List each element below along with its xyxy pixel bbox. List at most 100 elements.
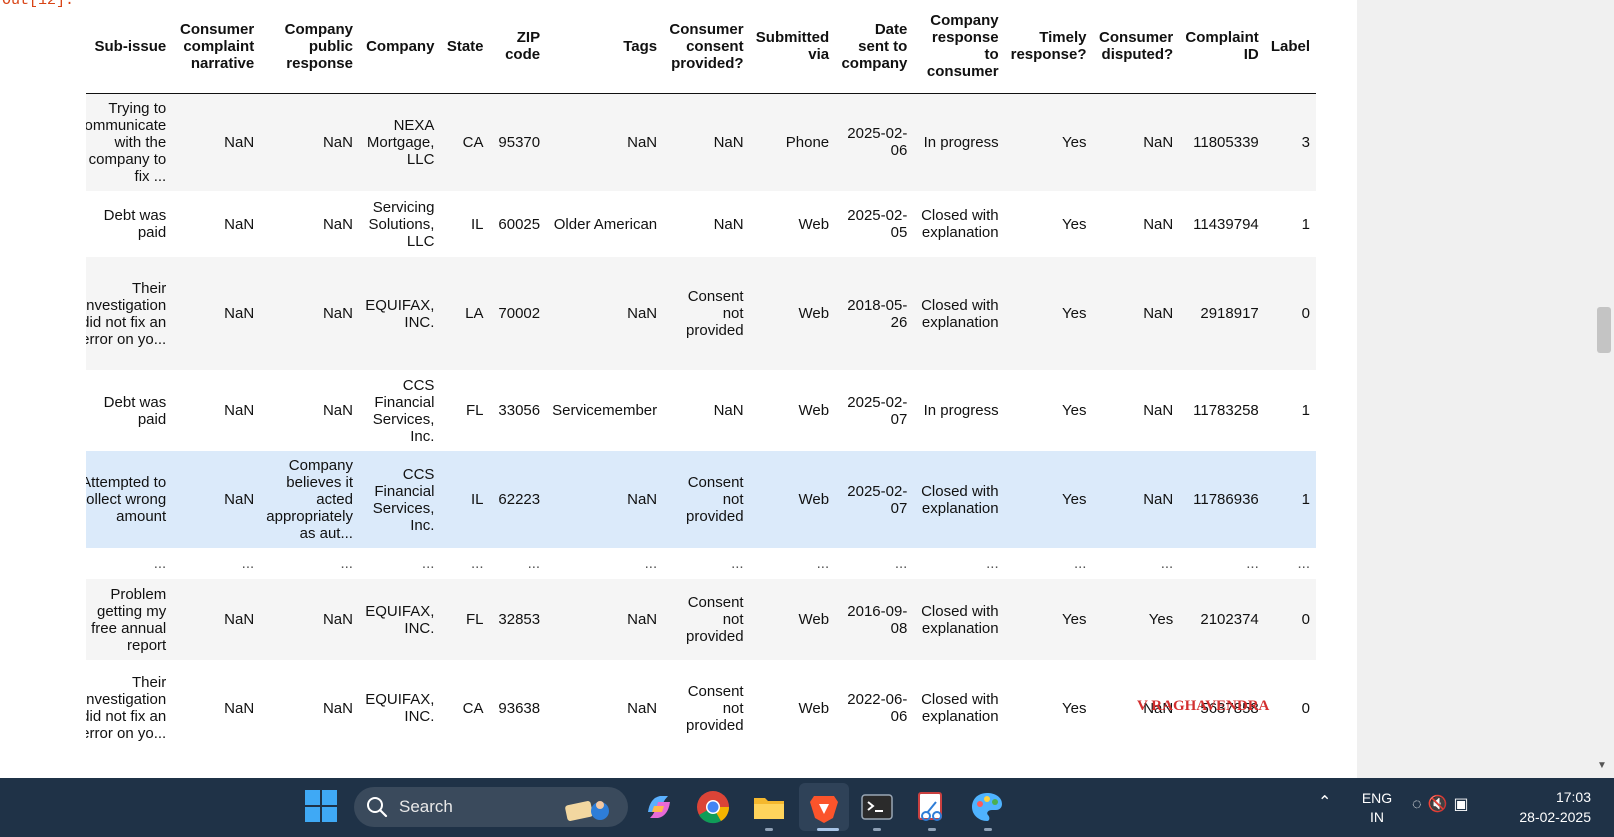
speaker-muted-icon[interactable]: 🔇 (1428, 796, 1454, 813)
table-cell: ... (527, 554, 541, 572)
active-indicator (765, 828, 773, 831)
column-header: Date sent to company (835, 0, 914, 94)
watermark-text: V RAGHAVENDRA (1137, 698, 1270, 714)
terminal-icon[interactable] (858, 788, 896, 826)
vertical-scrollbar[interactable] (1594, 0, 1614, 778)
chevron-up-icon[interactable]: ⌃ (1318, 792, 1331, 812)
region-code: IN (1370, 809, 1384, 825)
table-cell: ... (986, 554, 999, 572)
table-cell: ... (153, 554, 167, 572)
table-cell: 1 (1301, 215, 1310, 233)
clock[interactable]: 17:03 28-02-2025 (1505, 787, 1591, 827)
table-cell: In progress (923, 402, 999, 419)
language-indicator[interactable]: ENG IN (1360, 789, 1394, 827)
column-header: State (440, 0, 490, 94)
table-cell: ... (241, 554, 255, 572)
table-cell: NaN (1143, 491, 1174, 508)
table-cell: NaN (224, 611, 255, 628)
table-cell: NaN (322, 402, 353, 419)
table-cell: Yes (1148, 611, 1174, 628)
system-tray-icons[interactable]: ◌🔇▣ (1412, 794, 1475, 814)
table-cell: ... (1160, 554, 1174, 572)
start-icon[interactable] (305, 790, 339, 824)
table-cell: CA (462, 699, 484, 717)
language-code: ENG (1361, 790, 1393, 806)
search-highlight-icon (565, 801, 609, 821)
column-header: Sub-issue (86, 0, 173, 94)
table-cell: NaN (224, 491, 255, 508)
table-cell: NaN (322, 215, 353, 233)
table-cell: CA (462, 133, 484, 151)
table-cell: Phone (785, 133, 830, 151)
table-cell: Web (798, 215, 830, 233)
table-cell: 2102374 (1200, 611, 1259, 628)
table-cell: NaN (224, 215, 255, 233)
table-cell: 1 (1301, 402, 1310, 419)
table-row: Trying to communicate with the company t… (86, 93, 1316, 191)
table-cell: NaN (627, 491, 658, 508)
table-cell: 2022-06-06 (847, 691, 908, 725)
snipping-tool-icon[interactable] (912, 788, 950, 826)
file-explorer-icon[interactable] (750, 788, 788, 826)
active-indicator (873, 828, 881, 831)
wifi-icon[interactable]: ◌ (1412, 796, 1428, 813)
table-cell: Consent not provided (686, 288, 744, 339)
table-body: Trying to communicate with the company t… (86, 93, 1316, 756)
table-cell: EQUIFAX, INC. (365, 296, 435, 331)
brave-icon[interactable] (805, 788, 843, 826)
table-row: Debt was paid NaN NaN CCS Financial Service… (86, 370, 1316, 451)
table-cell: Servicemember (552, 402, 658, 419)
table-cell: Web (798, 402, 830, 419)
table-cell: 1 (1301, 491, 1310, 508)
table-cell: ... (340, 554, 353, 572)
table-cell: Their investigation did not fix an error… (86, 279, 167, 348)
chrome-icon[interactable] (694, 788, 732, 826)
table-cell: Yes (1062, 133, 1087, 151)
table-cell: 0 (1301, 699, 1310, 717)
ellipsis-row: ........................................… (86, 548, 1316, 579)
column-header: Tags (546, 0, 664, 94)
copilot-icon[interactable] (640, 788, 678, 826)
taskbar-search-box[interactable]: Search (354, 787, 628, 827)
table-cell: Attempted to collect wrong amount (86, 474, 167, 525)
column-header: Consumer consent provided? (663, 0, 750, 94)
dataframe-viewport: Sub-issue Consumer complaint narrative Com… (86, 0, 1331, 778)
clock-time: 17:03 (1555, 789, 1591, 805)
column-header: Complaint ID (1179, 0, 1265, 94)
table-cell: Closed with explanation (921, 482, 999, 517)
table-cell: Trying to communicate with the company t… (86, 99, 167, 185)
table-cell: IL (471, 215, 484, 233)
table-cell: Web (798, 611, 830, 628)
table-cell: NEXA Mortgage, LLC (366, 116, 435, 168)
scroll-down-arrow-icon[interactable]: ▼ (1597, 760, 1607, 771)
table-cell: 2025-02-05 (847, 207, 908, 241)
battery-charging-icon[interactable]: ▣ (1453, 796, 1474, 813)
table-cell: NaN (1143, 133, 1174, 151)
dataframe-table: Sub-issue Consumer complaint narrative Com… (86, 0, 1316, 756)
table-row: Debt was paid NaN NaN Servicing Solutions, … (86, 191, 1316, 257)
table-cell: Servicing Solutions, LLC (368, 198, 435, 250)
table-cell: LA (465, 305, 484, 322)
scrollbar-thumb[interactable] (1597, 307, 1611, 353)
table-cell: NaN (713, 402, 744, 419)
table-cell: Closed with explanation (921, 691, 999, 725)
table-cell: Consent not provided (686, 682, 744, 734)
table-row: Problem getting my free annual report NaN… (86, 579, 1316, 660)
table-cell: 2018-05-26 (847, 296, 908, 331)
table-cell: ... (471, 554, 484, 572)
notebook-output-area: Out[12]: Sub-issue Consumer complaint nar… (0, 0, 1357, 778)
column-header: Consumer disputed? (1092, 0, 1180, 94)
table-cell: ... (1297, 554, 1310, 572)
table-cell: 11439794 (1193, 215, 1259, 233)
table-cell: Closed with explanation (921, 296, 999, 331)
column-header: Label (1264, 0, 1316, 94)
paint-icon[interactable] (968, 788, 1006, 826)
active-indicator (928, 828, 936, 831)
table-cell: 33056 (498, 402, 541, 419)
table-cell: 0 (1301, 611, 1310, 628)
table-cell: NaN (713, 133, 744, 151)
column-header: Submitted via (749, 0, 836, 94)
table-cell: 62223 (498, 491, 541, 508)
table-cell: Problem getting my free annual report (91, 585, 167, 654)
table-cell: Closed with explanation (921, 602, 999, 637)
